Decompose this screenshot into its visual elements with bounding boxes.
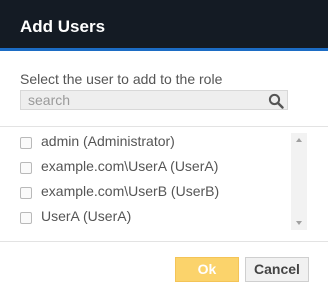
user-checkbox[interactable]	[20, 187, 32, 199]
list-item[interactable]: example.com\UserB (UserB)	[20, 181, 285, 203]
user-label: example.com\UserA (UserA)	[41, 158, 219, 174]
user-label: admin (Administrator)	[41, 133, 175, 149]
cancel-button[interactable]: Cancel	[245, 257, 309, 282]
instruction-text: Select the user to add to the role	[20, 71, 223, 87]
user-label: example.com\UserB (UserB)	[41, 183, 220, 199]
user-label: UserA (UserA)	[41, 208, 132, 224]
scroll-up-icon[interactable]	[296, 138, 302, 142]
user-list: admin (Administrator) example.com\UserA …	[0, 131, 328, 234]
search-icon[interactable]	[268, 93, 284, 109]
user-checkbox[interactable]	[20, 212, 32, 224]
list-item[interactable]: example.com\UserA (UserA)	[20, 156, 285, 178]
scroll-down-icon[interactable]	[296, 221, 302, 225]
divider	[0, 126, 328, 127]
list-scrollbar[interactable]	[291, 133, 307, 230]
ok-button[interactable]: Ok	[175, 257, 239, 282]
dialog-title: Add Users	[20, 17, 106, 36]
add-users-dialog: Add Users Select the user to add to the …	[0, 0, 328, 300]
search-box	[20, 90, 288, 110]
user-checkbox[interactable]	[20, 162, 32, 174]
list-item[interactable]: UserA (UserA)	[20, 206, 285, 228]
divider	[0, 241, 328, 242]
list-item[interactable]: admin (Administrator)	[20, 131, 285, 153]
user-checkbox[interactable]	[20, 137, 32, 149]
search-input[interactable]	[21, 91, 261, 109]
dialog-titlebar: Add Users	[0, 0, 328, 51]
